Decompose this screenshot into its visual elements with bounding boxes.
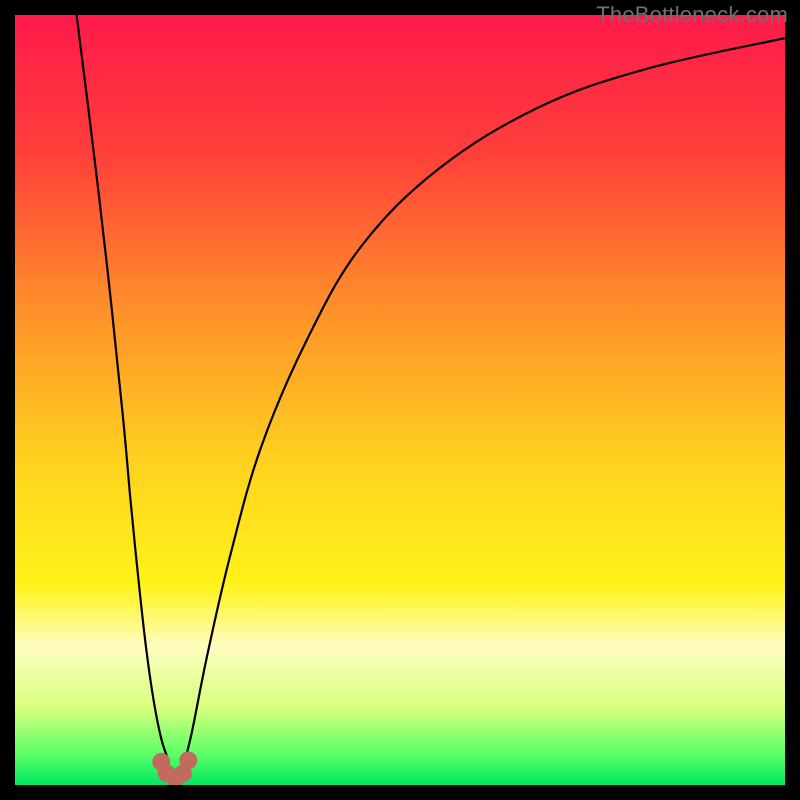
optimal-region-markers	[15, 15, 785, 785]
watermark-text: TheBottleneck.com	[596, 2, 788, 28]
chart-frame: TheBottleneck.com	[0, 0, 800, 800]
plot-area	[15, 15, 785, 785]
optimal-marker	[179, 751, 197, 769]
